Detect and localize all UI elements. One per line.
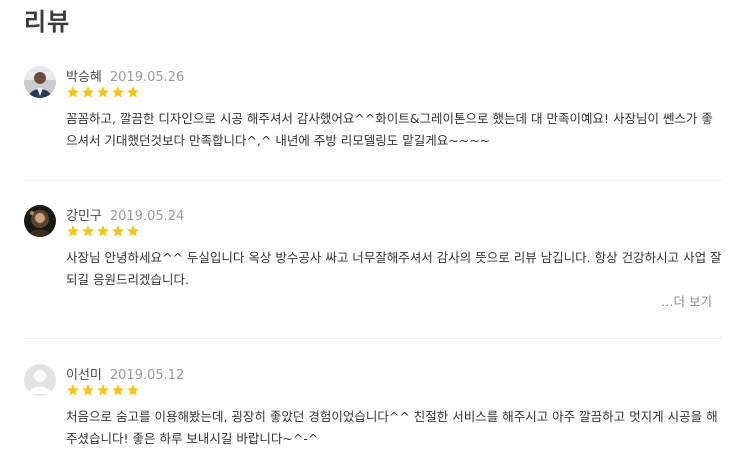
reviewer-name: 이선미: [66, 368, 102, 383]
star-icon: [67, 384, 79, 396]
review-header: 이선미 2019.05.12: [24, 364, 722, 398]
review-header: 박승혜 2019.05.26: [24, 66, 722, 100]
star-rating: [66, 383, 184, 397]
star-icon: [127, 86, 139, 98]
review-date: 2019.05.12: [109, 368, 185, 383]
reviewer-name: 박승혜: [66, 70, 102, 85]
avatar[interactable]: [24, 66, 56, 98]
star-rating: [66, 224, 184, 238]
review-text: 처음으로 숨고를 이용해봤는데, 굉장히 좋았던 경험이었습니다^^ 친절한 서…: [66, 409, 718, 446]
avatar[interactable]: [24, 205, 56, 237]
star-rating: [66, 85, 184, 99]
star-icon: [127, 225, 139, 237]
review-item: 이선미 2019.05.12 처음으로 숨고를 이용해봤는데, 굉장히 좋았던 …: [24, 364, 722, 450]
review-item: 강민구 2019.05.24 사장님 안녕하세요^^ 두실입니다 옥상 방수공사…: [24, 205, 722, 309]
star-icon: [127, 384, 139, 396]
section-title: 리뷰: [24, 8, 71, 36]
reviews-page: 리뷰 박승혜 2019.05.26 꼼꼼하고, 깔끔한 디자인으로 시공 해주셔…: [0, 0, 730, 468]
star-icon: [67, 86, 79, 98]
review-item: 박승혜 2019.05.26 꼼꼼하고, 깔끔한 디자인으로 시공 해주셔서 감…: [24, 66, 722, 152]
reviewer-name: 강민구: [66, 209, 102, 224]
star-icon: [112, 225, 124, 237]
more-button[interactable]: …더 보기: [661, 291, 712, 310]
divider: [24, 338, 722, 339]
star-icon: [112, 384, 124, 396]
star-icon: [97, 86, 109, 98]
star-icon: [82, 86, 94, 98]
review-header: 강민구 2019.05.24: [24, 205, 722, 239]
star-icon: [82, 225, 94, 237]
review-date: 2019.05.24: [109, 209, 185, 224]
star-icon: [112, 86, 124, 98]
star-icon: [97, 384, 109, 396]
review-text: 꼼꼼하고, 깔끔한 디자인으로 시공 해주셔서 감사했어요^^화이트&그레이톤으…: [66, 111, 713, 148]
star-icon: [97, 225, 109, 237]
star-icon: [82, 384, 94, 396]
review-date: 2019.05.26: [109, 70, 185, 85]
divider: [24, 180, 722, 181]
star-icon: [67, 225, 79, 237]
avatar[interactable]: [24, 364, 56, 396]
review-text: 사장님 안녕하세요^^ 두실입니다 옥상 방수공사 싸고 너무잘해주셔서 감사의…: [66, 250, 722, 287]
